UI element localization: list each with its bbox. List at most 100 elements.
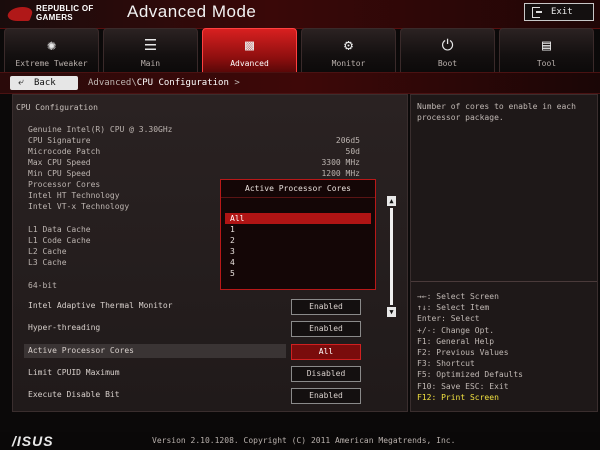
cache-row: L2 Cache	[28, 247, 67, 257]
power-icon: ⏻	[441, 36, 454, 54]
popup-option[interactable]: All	[225, 213, 371, 224]
scrollbar[interactable]: ▲ ▼	[387, 196, 396, 318]
option-label-thermal-monitor[interactable]: Intel Adaptive Thermal Monitor	[28, 299, 173, 313]
tab-label: Monitor	[331, 59, 366, 68]
info-label: Max CPU Speed	[28, 158, 91, 167]
exit-button[interactable]: Exit	[524, 3, 594, 21]
fan-icon: ✺	[46, 36, 57, 54]
info-row: Intel VT-x Technology	[28, 202, 218, 212]
info-value: 50d	[345, 147, 360, 156]
monitor-gauge-icon: ⚙	[343, 36, 354, 54]
toolbox-icon: ▤	[541, 36, 552, 54]
cache-label: L3 Cache	[28, 258, 67, 267]
active-cores-select[interactable]: All	[291, 344, 361, 360]
key-hint: →←: Select Screen	[417, 292, 499, 301]
back-button[interactable]: ⤶ Back	[10, 76, 78, 90]
info-row: Processor Cores	[28, 180, 218, 190]
title-bar: REPUBLIC OF GAMERS Advanced Mode Exit	[0, 0, 600, 29]
option-label-active-cores[interactable]: Active Processor Cores	[28, 344, 134, 358]
help-divider	[411, 281, 597, 282]
tab-main[interactable]: ☰ Main	[103, 28, 198, 73]
option-label-limit-cpuid[interactable]: Limit CPUID Maximum	[28, 366, 120, 380]
thermal-monitor-select[interactable]: Enabled	[291, 299, 361, 315]
page-title: Advanced Mode	[127, 2, 257, 21]
list-icon: ☰	[143, 36, 158, 54]
help-panel: Number of cores to enable in each proces…	[410, 94, 598, 412]
scroll-up-icon[interactable]: ▲	[387, 196, 396, 206]
popup-option[interactable]: 5	[225, 268, 371, 279]
key-hint: Enter: Select	[417, 314, 480, 324]
popup-option[interactable]: 2	[225, 235, 371, 246]
bits-label: 64-bit	[28, 281, 57, 290]
tab-boot[interactable]: ⏻ Boot	[400, 28, 495, 73]
advanced-settings-icon: ▩	[244, 36, 255, 54]
scroll-thumb[interactable]	[390, 208, 393, 305]
back-label: Back	[34, 78, 56, 88]
cache-row: L1 Data Cache	[28, 225, 91, 235]
info-row: Microcode Patch 50d	[28, 147, 360, 157]
info-label: Min CPU Speed	[28, 169, 91, 178]
tab-monitor[interactable]: ⚙ Monitor	[301, 28, 396, 73]
key-hint: +/-: Change Opt.	[417, 325, 495, 335]
logo-line-2: GAMERS	[36, 13, 73, 22]
tab-label: Boot	[437, 59, 458, 68]
cache-label: L2 Cache	[28, 247, 67, 256]
info-label: Microcode Patch	[28, 147, 101, 156]
version-text: Version 2.10.1208. Copyright (C) 2011 Am…	[152, 436, 456, 445]
key-hint: F5: Optimized Defaults	[417, 370, 523, 380]
execute-disable-select[interactable]: Enabled	[291, 388, 361, 404]
breadcrumb-parent[interactable]: Advanced\	[88, 78, 137, 88]
footer: /ISUS Version 2.10.1208. Copyright (C) 2…	[0, 432, 600, 450]
breadcrumb-arrow: >	[234, 78, 240, 88]
cache-row: L1 Code Cache	[28, 236, 91, 246]
asus-logo: /ISUS	[12, 433, 54, 449]
key-hint: F10: Save ESC: Exit	[417, 381, 509, 391]
info-label: Genuine Intel(R) CPU @ 3.30GHz	[28, 125, 173, 134]
hyper-threading-select[interactable]: Enabled	[291, 321, 361, 337]
info-value: 1200 MHz	[321, 169, 360, 178]
key-hint: F1: General Help	[417, 336, 495, 346]
main-tabs: ✺ Extreme Tweaker ☰ Main ▩ Advanced ⚙ Mo…	[4, 28, 596, 73]
bits-row: 64-bit	[28, 281, 57, 291]
popup-title: Active Processor Cores	[221, 180, 375, 198]
option-label-execute-disable[interactable]: Execute Disable Bit	[28, 388, 120, 402]
section-title: CPU Configuration	[16, 103, 98, 112]
popup-option[interactable]: 1	[225, 224, 371, 235]
tab-extreme-tweaker[interactable]: ✺ Extreme Tweaker	[4, 28, 99, 73]
tab-label: Tool	[536, 59, 557, 68]
cache-label: L1 Code Cache	[28, 236, 91, 245]
info-label: Intel VT-x Technology	[28, 202, 130, 211]
tab-advanced[interactable]: ▩ Advanced	[202, 28, 297, 73]
info-label: CPU Signature	[28, 136, 91, 145]
exit-label: Exit	[551, 7, 573, 17]
scroll-down-icon[interactable]: ▼	[387, 307, 396, 317]
back-arrow-icon: ⤶	[18, 77, 24, 88]
breadcrumb-bar: ⤶ Back Advanced\CPU Configuration >	[0, 72, 600, 94]
tab-label: Advanced	[230, 59, 269, 68]
popup-option[interactable]: 4	[225, 257, 371, 268]
rog-eye-icon	[5, 7, 35, 21]
key-hint: F3: Shortcut	[417, 359, 475, 369]
tab-tool[interactable]: ▤ Tool	[499, 28, 594, 73]
help-description: Number of cores to enable in each proces…	[417, 102, 576, 122]
popup-option[interactable]: 3	[225, 246, 371, 257]
key-hint: ↑↓: Select Item	[417, 303, 490, 313]
key-legend: →←: Select Screen ↑↓: Select Item Enter:…	[417, 291, 523, 403]
cache-row: L3 Cache	[28, 258, 67, 268]
cache-label: L1 Data Cache	[28, 225, 91, 234]
rog-logo: REPUBLIC OF GAMERS	[5, 3, 108, 25]
key-hint-print-screen: F12: Print Screen	[417, 392, 499, 402]
breadcrumb-current: CPU Configuration	[136, 78, 229, 88]
option-label-hyper-threading[interactable]: Hyper-threading	[28, 321, 100, 335]
limit-cpuid-select[interactable]: Disabled	[291, 366, 361, 382]
info-row: Genuine Intel(R) CPU @ 3.30GHz	[28, 125, 360, 135]
tab-label: Extreme Tweaker	[15, 59, 88, 68]
info-row: Min CPU Speed 1200 MHz	[28, 169, 360, 179]
info-row: Intel HT Technology	[28, 191, 218, 201]
info-label: Processor Cores	[28, 180, 101, 189]
key-hint: F2: Previous Values	[417, 348, 509, 358]
active-cores-popup: Active Processor Cores All 1 2 3 4 5	[220, 179, 376, 290]
info-value: 206d5	[335, 136, 360, 145]
tab-label: Main	[140, 59, 161, 68]
logo-line-1: REPUBLIC OF	[36, 4, 94, 13]
